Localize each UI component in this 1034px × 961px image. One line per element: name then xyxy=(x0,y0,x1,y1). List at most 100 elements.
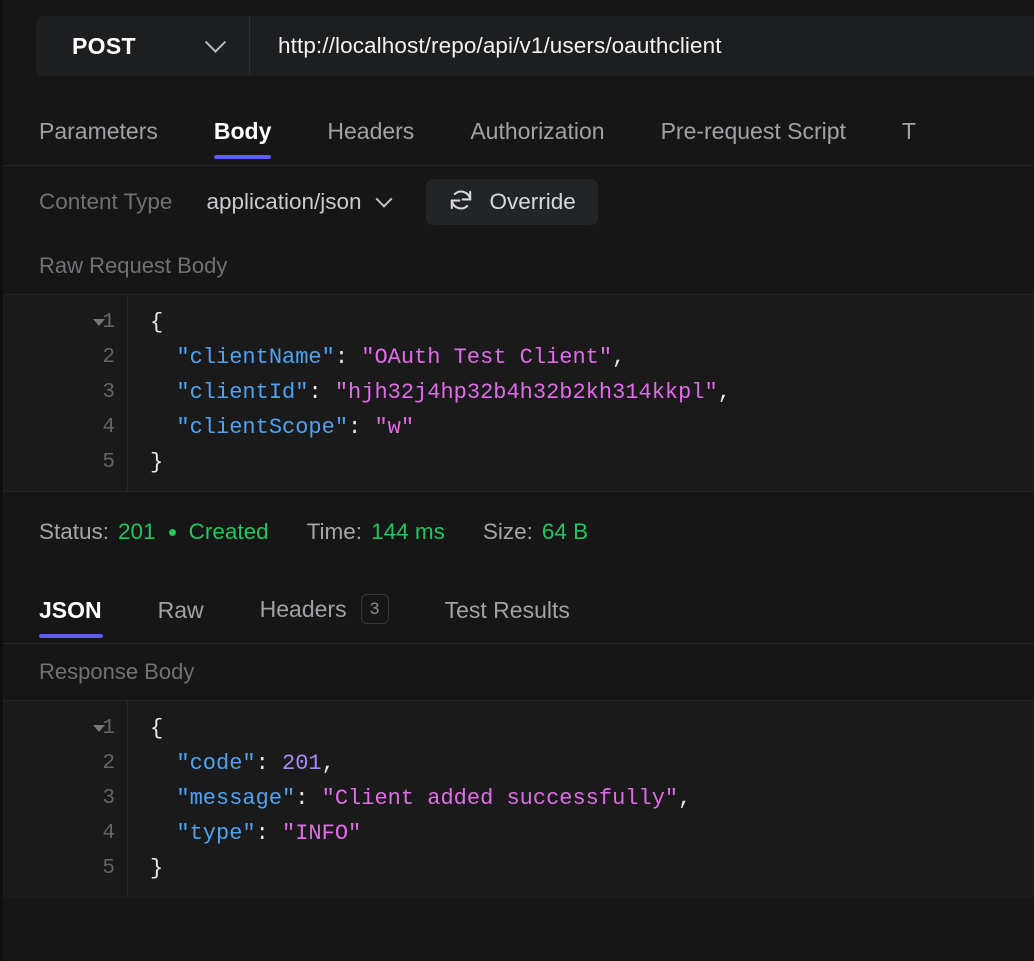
response-token: , xyxy=(321,751,335,776)
response-gutter-line: 1 xyxy=(3,711,127,746)
content-type-row: Content Type application/json Override xyxy=(3,166,1034,238)
response-code-line: { xyxy=(150,711,1034,746)
status-group: Status: 201 Created xyxy=(39,519,269,545)
request-token: , xyxy=(717,380,731,405)
raw-request-body-label: Raw Request Body xyxy=(3,238,1034,294)
response-token: : xyxy=(255,751,283,776)
status-code: 201 xyxy=(118,519,156,544)
http-method-label: POST xyxy=(72,32,136,59)
request-token: { xyxy=(150,310,164,335)
tab-authorization[interactable]: Authorization xyxy=(470,118,604,165)
response-code-line: } xyxy=(150,851,1034,886)
response-tab-bar: JSON Raw Headers 3 Test Results xyxy=(3,572,1034,644)
request-gutter-line: 1 xyxy=(3,305,127,340)
http-method-select[interactable]: POST xyxy=(36,16,250,76)
request-code-line: { xyxy=(150,305,1034,340)
override-button-label: Override xyxy=(489,189,576,214)
status-label: Status: xyxy=(39,519,110,544)
response-line-number: 3 xyxy=(102,787,115,810)
response-token: { xyxy=(150,716,164,741)
response-token: "Client added successfully" xyxy=(321,786,679,811)
response-tab-json[interactable]: JSON xyxy=(39,597,103,643)
status-text: Created xyxy=(188,519,269,544)
refresh-icon xyxy=(448,187,474,218)
tab-tests-clipped[interactable]: T xyxy=(902,118,916,165)
request-token: : xyxy=(308,380,335,405)
status-dot-icon xyxy=(168,528,176,536)
response-status-bar: Status: 201 Created Time: 144 ms Size: 6… xyxy=(3,492,1034,572)
response-gutter: 1 2 3 4 5 xyxy=(3,701,128,898)
request-code[interactable]: { "clientName": "OAuth Test Client", "cl… xyxy=(128,295,1034,491)
time-value: 144 ms xyxy=(371,519,445,544)
response-body-label: Response Body xyxy=(3,644,1034,700)
response-token: , xyxy=(678,786,692,811)
url-field-group: POST http://localhost/repo/api/v1/users/… xyxy=(36,16,1034,76)
response-tab-raw[interactable]: Raw xyxy=(158,597,204,643)
request-gutter-line: 4 xyxy=(3,410,127,445)
request-token: "w" xyxy=(374,415,415,440)
content-type-value: application/json xyxy=(206,189,362,214)
api-client-window: POST http://localhost/repo/api/v1/users/… xyxy=(0,0,1034,961)
response-code-line: "code": 201, xyxy=(150,746,1034,781)
size-group: Size: 64 B xyxy=(483,519,588,545)
request-code-line: "clientName": "OAuth Test Client", xyxy=(150,340,1034,375)
response-gutter-line: 3 xyxy=(3,781,127,816)
tab-headers[interactable]: Headers xyxy=(327,118,414,165)
request-token: "clientId" xyxy=(150,380,309,405)
size-value: 64 B xyxy=(541,519,589,544)
request-token: : xyxy=(348,415,375,440)
request-gutter-line: 5 xyxy=(3,445,127,480)
response-token: "type" xyxy=(150,821,256,846)
tab-pre-request-script[interactable]: Pre-request Script xyxy=(661,118,846,165)
response-token: } xyxy=(150,856,164,881)
response-code-line: "type": "INFO" xyxy=(150,816,1034,851)
content-type-label: Content Type xyxy=(39,189,173,214)
response-tab-test-results-label: Test Results xyxy=(444,597,570,623)
request-url-input[interactable]: http://localhost/repo/api/v1/users/oauth… xyxy=(250,16,1034,76)
request-token: "clientScope" xyxy=(150,415,349,440)
response-code[interactable]: { "code": 201, "message": "Client added … xyxy=(128,701,1034,898)
size-label: Size: xyxy=(482,519,533,544)
request-body-editor[interactable]: 1 2 3 4 5 { "clientName": "OAuth Test Client… xyxy=(3,294,1034,492)
content-type-select[interactable]: application/json xyxy=(206,189,393,215)
response-gutter-line: 5 xyxy=(3,851,127,886)
request-code-line: "clientScope": "w" xyxy=(150,410,1034,445)
request-code-line: } xyxy=(150,445,1034,480)
override-button[interactable]: Override xyxy=(425,179,598,225)
fold-triangle-icon[interactable] xyxy=(93,319,105,326)
request-token: "hjh32j4hp32b4h32b2kh314kkpl" xyxy=(334,380,718,405)
time-group: Time: 144 ms xyxy=(307,519,445,545)
request-line-number: 2 xyxy=(102,346,115,369)
response-token: "code" xyxy=(150,751,256,776)
response-token: "message" xyxy=(150,786,296,811)
request-tab-bar: Parameters Body Headers Authorization Pr… xyxy=(3,92,1034,166)
response-body-editor[interactable]: 1 2 3 4 5 { "code": 201, "message": "Client … xyxy=(3,700,1034,898)
response-line-number: 4 xyxy=(102,822,115,845)
request-gutter-line: 3 xyxy=(3,375,127,410)
response-token: : xyxy=(255,821,283,846)
fold-triangle-icon[interactable] xyxy=(93,725,105,732)
request-gutter: 1 2 3 4 5 xyxy=(3,295,128,491)
request-token: : xyxy=(334,345,362,370)
response-tab-json-label: JSON xyxy=(39,597,102,623)
response-gutter-line: 4 xyxy=(3,816,127,851)
request-token: "clientName" xyxy=(150,345,335,370)
tab-body[interactable]: Body xyxy=(213,118,271,165)
response-token: 201 xyxy=(282,751,322,776)
response-token: "INFO" xyxy=(282,821,362,846)
response-code-line: "message": "Client added successfully", xyxy=(150,781,1034,816)
time-label: Time: xyxy=(306,519,363,544)
request-url-bar: POST http://localhost/repo/api/v1/users/… xyxy=(3,0,1034,92)
request-line-number: 5 xyxy=(102,451,115,474)
tab-parameters[interactable]: Parameters xyxy=(39,118,158,165)
chevron-down-icon xyxy=(204,31,227,53)
request-code-line: "clientId": "hjh32j4hp32b4h32b2kh314kkpl… xyxy=(150,375,1034,410)
response-tab-test-results[interactable]: Test Results xyxy=(445,597,570,643)
response-line-number: 5 xyxy=(102,857,115,880)
request-token: , xyxy=(612,345,626,370)
request-token: } xyxy=(150,450,164,475)
headers-count-badge: 3 xyxy=(360,594,389,624)
request-line-number: 3 xyxy=(102,381,115,404)
response-token: : xyxy=(295,786,322,811)
response-tab-headers[interactable]: Headers 3 xyxy=(260,594,389,643)
